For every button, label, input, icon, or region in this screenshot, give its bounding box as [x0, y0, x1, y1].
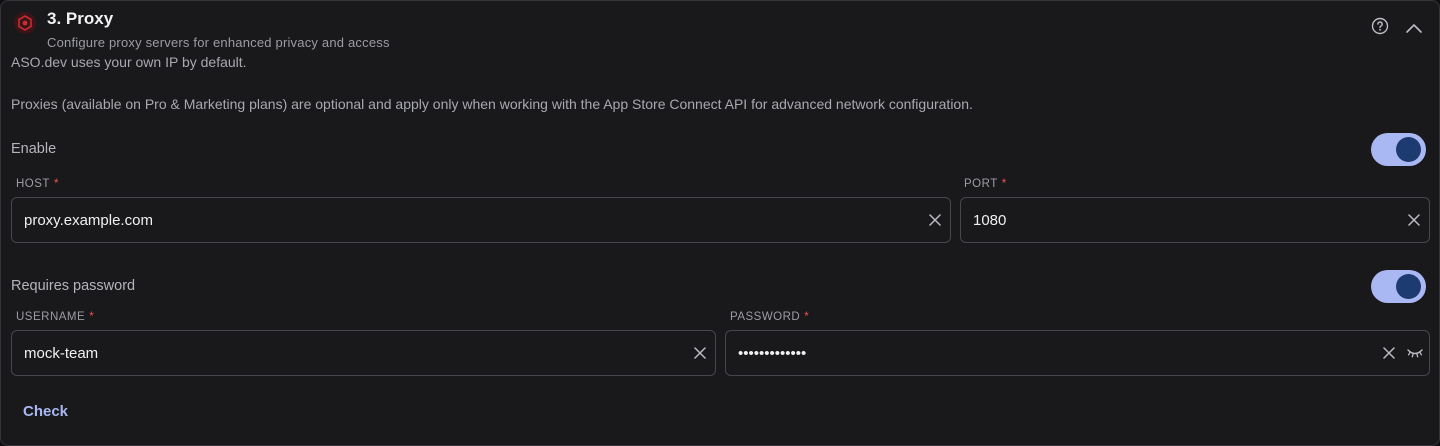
required-marker: * — [1001, 178, 1007, 190]
host-field[interactable]: proxy.example.com — [11, 197, 951, 243]
port-field[interactable]: 1080 — [960, 197, 1430, 243]
required-marker: * — [89, 311, 95, 323]
section-subtitle: Configure proxy servers for enhanced pri… — [47, 35, 390, 50]
requires-password-label: Requires password — [11, 278, 136, 294]
clear-icon[interactable] — [694, 347, 706, 359]
username-field[interactable]: mock-team — [11, 330, 716, 376]
host-value[interactable]: proxy.example.com — [12, 212, 929, 229]
check-button[interactable]: Check — [23, 403, 68, 420]
password-field[interactable]: ••••••••••••• — [725, 330, 1430, 376]
requires-password-toggle[interactable] — [1371, 270, 1426, 303]
default-ip-note: ASO.dev uses your own IP by default. — [11, 54, 247, 70]
chevron-up-icon[interactable] — [1405, 22, 1423, 34]
clear-icon[interactable] — [1383, 347, 1395, 359]
username-label: USERNAME * — [16, 311, 95, 323]
clear-icon[interactable] — [929, 214, 941, 226]
proxy-icon — [14, 12, 36, 34]
section-title: 3. Proxy — [47, 9, 114, 28]
required-marker: * — [53, 178, 59, 190]
enable-label: Enable — [11, 141, 57, 157]
toggle-knob — [1396, 274, 1421, 299]
eye-closed-icon[interactable] — [1407, 348, 1423, 358]
host-label: HOST * — [16, 178, 59, 190]
proxy-plans-note: Proxies (available on Pro & Marketing pl… — [11, 96, 973, 112]
required-marker: * — [804, 311, 810, 323]
enable-toggle[interactable] — [1371, 133, 1426, 166]
toggle-knob — [1396, 137, 1421, 162]
clear-icon[interactable] — [1408, 214, 1420, 226]
username-value[interactable]: mock-team — [12, 345, 694, 362]
proxy-section-card: 3. Proxy Configure proxy servers for enh… — [0, 0, 1440, 446]
port-value[interactable]: 1080 — [961, 212, 1408, 229]
port-label: PORT * — [964, 178, 1007, 190]
help-circle-icon[interactable] — [1371, 17, 1389, 35]
password-label: PASSWORD * — [730, 311, 810, 323]
password-value[interactable]: ••••••••••••• — [726, 345, 1383, 362]
